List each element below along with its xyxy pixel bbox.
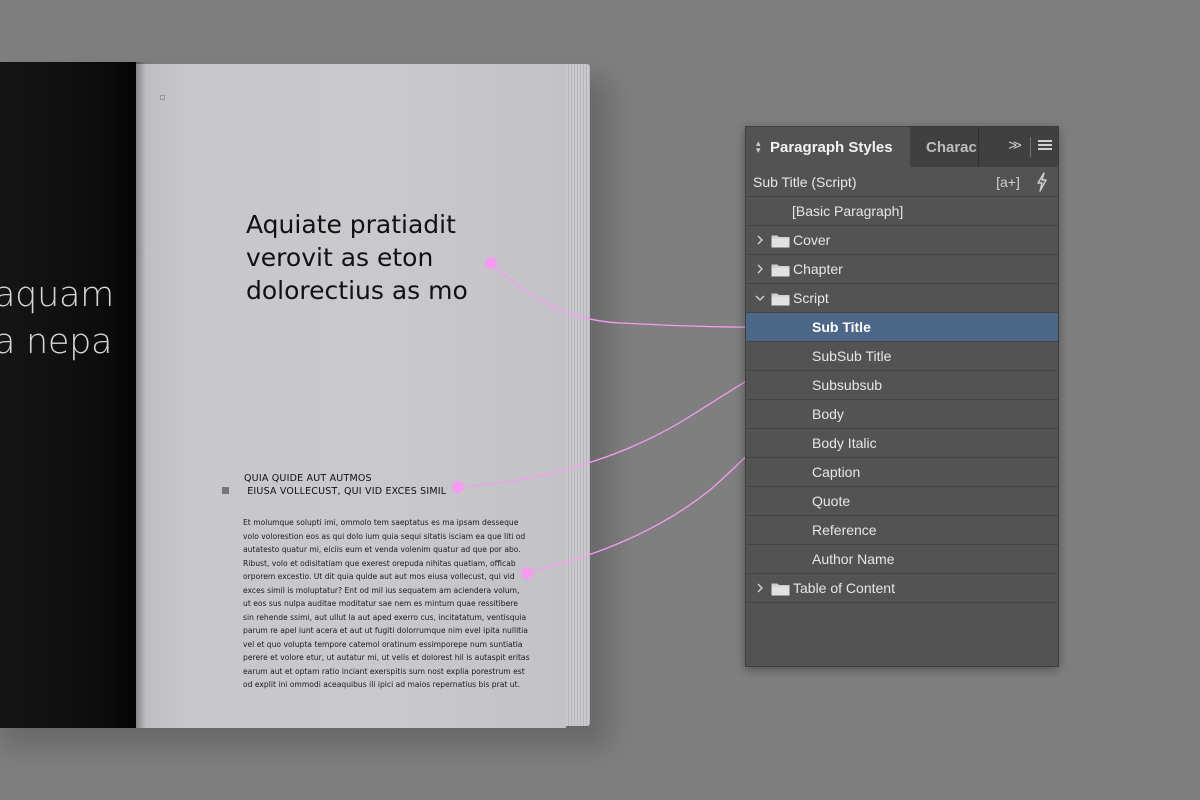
style-name: Chapter [793, 261, 843, 277]
style-row[interactable]: Body Italic [746, 429, 1058, 458]
style-name: Table of Content [793, 580, 895, 596]
subsub-line: EIUSA VOLLECUST, QUI VID EXCES SIMIL [244, 486, 447, 497]
chevron-right-icon[interactable] [755, 582, 765, 594]
style-row[interactable]: Sub Title [746, 313, 1058, 342]
left-page: aquam a nepa [0, 62, 136, 728]
title-line: dolorectius as mo [246, 276, 468, 305]
body-line: Ribust, volo et odisitatiam que exerest … [243, 558, 516, 568]
body-line: Et molumque solupti imi, ommolo tem saep… [243, 518, 519, 527]
style-group-row[interactable]: Script [746, 284, 1058, 313]
style-row[interactable]: Author Name [746, 545, 1058, 574]
style-name: SubSub Title [812, 348, 892, 364]
style-row[interactable]: [Basic Paragraph] [746, 197, 1058, 226]
lightning-icon[interactable] [1034, 171, 1050, 193]
style-group-row[interactable]: Chapter [746, 255, 1058, 284]
folder-icon [771, 234, 790, 248]
style-group-row[interactable]: Cover [746, 226, 1058, 255]
tab-label: Charac [926, 138, 977, 156]
style-name: Caption [812, 464, 861, 480]
body-line: exces simil is moluptatur? Ent od mil iu… [243, 585, 520, 595]
style-row[interactable]: Body [746, 400, 1058, 429]
style-name: Subsubsub [812, 377, 883, 393]
sub-title-text: Aquiate pratiadit verovit as eton dolore… [246, 208, 506, 307]
panel-tab-bar: ▴ ▾ Paragraph Styles Charac >> [746, 127, 1058, 167]
body-line: od explit ini ommodi aceaquibus ili ipic… [243, 680, 521, 689]
spine-shadow [128, 62, 146, 728]
current-style-row: Sub Title (Script) [a+] [746, 167, 1058, 197]
current-style-label: Sub Title (Script) [753, 173, 857, 190]
body-line: volo volorestion eos as qui dolo ium qui… [243, 531, 526, 541]
style-name: Script [793, 290, 829, 306]
page-number-marker [160, 95, 165, 100]
folder-icon [771, 263, 790, 277]
chevron-right-icon[interactable] [755, 234, 765, 246]
title-line: Aquiate pratiadit [246, 210, 456, 239]
style-name: Author Name [812, 551, 895, 567]
style-name: Quote [812, 493, 851, 509]
body-line: parum re apel iunt acera et aut ut fugit… [243, 626, 528, 635]
chevron-right-icon[interactable] [755, 263, 765, 275]
tab-label: Paragraph Styles [770, 138, 893, 156]
double-chevron-right-icon[interactable]: >> [1002, 137, 1024, 157]
left-page-line: aquam [0, 275, 114, 315]
style-name: Body [812, 406, 844, 422]
title-line: verovit as eton [246, 243, 434, 272]
chevron-down-icon[interactable] [755, 292, 765, 304]
style-row[interactable]: Caption [746, 458, 1058, 487]
tab-divider [978, 127, 979, 167]
square-bullet [222, 487, 229, 494]
style-list: [Basic Paragraph] Cover Chapter Script Sub T… [746, 197, 1058, 603]
body-text: Et molumque solupti imi, ommolo tem saep… [243, 516, 533, 692]
body-line: autatesto quatur mi, eiciis eum et venda… [243, 545, 521, 554]
paragraph-styles-panel: ▴ ▾ Paragraph Styles Charac >> Sub Title … [745, 126, 1059, 667]
style-row[interactable]: Subsubsub [746, 371, 1058, 400]
panel-menu-icon[interactable] [1038, 140, 1052, 154]
folder-icon [771, 292, 790, 306]
style-name: [Basic Paragraph] [792, 203, 904, 219]
style-row[interactable]: Quote [746, 487, 1058, 516]
style-name: Reference [812, 522, 877, 538]
create-style-button[interactable]: [a+] [996, 172, 1020, 192]
style-row[interactable]: Reference [746, 516, 1058, 545]
tab-divider [1030, 137, 1031, 157]
body-line: orporem excestio. Ut dit quia quide aut … [243, 572, 515, 581]
collapse-arrows-icon[interactable]: ▴ ▾ [756, 139, 766, 155]
folder-icon [771, 582, 790, 596]
left-page-line: a nepa [0, 322, 113, 362]
style-name: Cover [793, 232, 831, 248]
subsub-line: QUIA QUIDE AUT AUTMOS [244, 473, 372, 484]
left-page-text: aquam a nepa [0, 272, 114, 366]
right-page: Aquiate pratiadit verovit as eton dolore… [136, 64, 566, 728]
style-name: Body Italic [812, 435, 877, 451]
tab-paragraph-styles[interactable]: ▴ ▾ Paragraph Styles [746, 127, 910, 167]
tab-character-styles[interactable]: Charac [912, 127, 978, 167]
body-line: earum aut et optam ratio inciant exerspi… [243, 666, 525, 676]
style-row[interactable]: SubSub Title [746, 342, 1058, 371]
body-line: sin rehende ssimi, aut ullut la aut aped… [243, 612, 527, 622]
subsub-title-text: QUIA QUIDE AUT AUTMOS EIUSA VOLLECUST, Q… [244, 472, 446, 498]
style-name: Sub Title [812, 319, 871, 335]
style-group-row[interactable]: Table of Content [746, 574, 1058, 603]
body-line: vel et quo volupta tempore catemol orati… [243, 639, 523, 649]
body-line: perere et volore etur, ut autatur mi, ut… [243, 653, 530, 662]
body-line: ut eos sus nulpa auditae moditatur sae n… [243, 599, 518, 608]
